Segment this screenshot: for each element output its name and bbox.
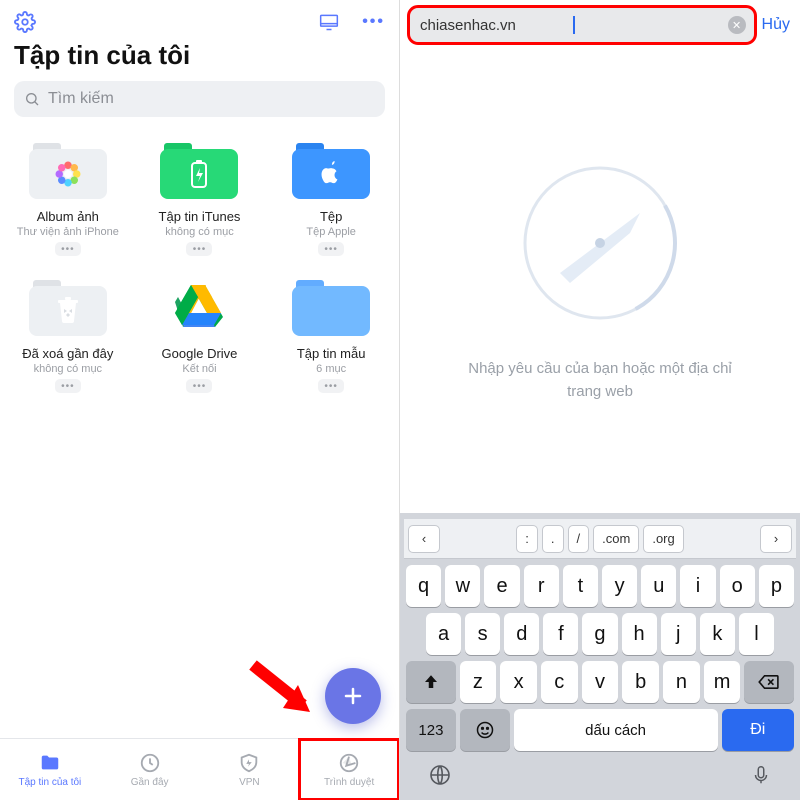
emoji-icon <box>475 720 495 740</box>
key-r[interactable]: r <box>524 565 559 607</box>
key-u[interactable]: u <box>641 565 676 607</box>
page-title: Tập tin của tôi <box>0 38 399 81</box>
key-h[interactable]: h <box>622 613 657 655</box>
key-o[interactable]: o <box>720 565 755 607</box>
key-k[interactable]: k <box>700 613 735 655</box>
folder-photo-album[interactable]: Album ảnh Thư viện ảnh iPhone ••• <box>4 131 132 262</box>
item-more-icon[interactable]: ••• <box>186 242 212 256</box>
desktop-icon[interactable] <box>318 12 340 32</box>
key-g[interactable]: g <box>582 613 617 655</box>
key-w[interactable]: w <box>445 565 480 607</box>
kbd-prev-icon[interactable]: ‹ <box>408 525 440 553</box>
key-z[interactable]: z <box>460 661 497 703</box>
folder-sample-files[interactable]: Tập tin mẫu 6 mục ••• <box>267 268 395 399</box>
tab-my-files[interactable]: Tập tin của tôi <box>0 739 100 800</box>
key-c[interactable]: c <box>541 661 578 703</box>
kbd-row2: a s d f g h j k l <box>406 613 794 655</box>
backspace-icon <box>758 674 780 690</box>
photos-icon <box>53 159 83 189</box>
folder-google-drive[interactable]: Google Drive Kết nối ••• <box>136 268 264 399</box>
clear-input-icon[interactable]: ✕ <box>728 16 746 34</box>
kbd-row1: q w e r t y u i o p <box>406 565 794 607</box>
key-b[interactable]: b <box>622 661 659 703</box>
browser-prompt-text: Nhập yêu cầu của bạn hoặc một địa chỉ tr… <box>450 358 750 403</box>
kbd-sym-slash[interactable]: / <box>568 525 590 553</box>
kbd-row4: 123 dấu cách Đi <box>406 709 794 751</box>
key-i[interactable]: i <box>680 565 715 607</box>
kbd-row3: z x c v b n m <box>406 661 794 703</box>
key-backspace[interactable] <box>744 661 794 703</box>
key-e[interactable]: e <box>484 565 519 607</box>
folder-recently-deleted[interactable]: Đã xoá gần đây không có mục ••• <box>4 268 132 399</box>
key-p[interactable]: p <box>759 565 794 607</box>
item-more-icon[interactable]: ••• <box>318 242 344 256</box>
apple-icon <box>320 161 342 187</box>
key-j[interactable]: j <box>661 613 696 655</box>
key-n[interactable]: n <box>663 661 700 703</box>
address-input-text[interactable]: chiasenhac.vn <box>420 17 573 34</box>
cancel-button[interactable]: Hủy <box>762 16 790 34</box>
address-bar[interactable]: chiasenhac.vn ✕ <box>410 8 754 42</box>
item-more-icon[interactable]: ••• <box>318 379 344 393</box>
kbd-sym-org[interactable]: .org <box>643 525 683 553</box>
mic-icon[interactable] <box>750 763 772 792</box>
key-l[interactable]: l <box>739 613 774 655</box>
tab-browser[interactable]: Trình duyệt <box>299 739 399 800</box>
plus-icon <box>341 684 365 708</box>
key-space[interactable]: dấu cách <box>514 709 718 751</box>
text-caret <box>573 16 575 34</box>
key-d[interactable]: d <box>504 613 539 655</box>
google-drive-icon <box>175 285 223 327</box>
key-a[interactable]: a <box>426 613 461 655</box>
key-123[interactable]: 123 <box>406 709 456 751</box>
key-go[interactable]: Đi <box>722 709 794 751</box>
tab-recent[interactable]: Gần đây <box>100 739 200 800</box>
key-v[interactable]: v <box>582 661 619 703</box>
key-q[interactable]: q <box>406 565 441 607</box>
key-x[interactable]: x <box>500 661 537 703</box>
globe-icon[interactable] <box>428 763 452 792</box>
battery-icon <box>189 160 209 188</box>
compass-placeholder-icon <box>515 158 685 328</box>
folder-files[interactable]: Tệp Tệp Apple ••• <box>267 131 395 262</box>
settings-icon[interactable] <box>14 11 36 33</box>
search-input[interactable]: Tìm kiếm <box>14 81 385 117</box>
key-m[interactable]: m <box>704 661 741 703</box>
more-icon[interactable]: ••• <box>362 13 385 31</box>
key-emoji[interactable] <box>460 709 510 751</box>
key-t[interactable]: t <box>563 565 598 607</box>
item-more-icon[interactable]: ••• <box>55 379 81 393</box>
key-f[interactable]: f <box>543 613 578 655</box>
kbd-sym-dot[interactable]: . <box>542 525 564 553</box>
kbd-sym-com[interactable]: .com <box>593 525 639 553</box>
key-shift[interactable] <box>406 661 456 703</box>
item-more-icon[interactable]: ••• <box>55 242 81 256</box>
trash-icon <box>55 297 81 325</box>
key-y[interactable]: y <box>602 565 637 607</box>
shift-icon <box>422 673 440 691</box>
kbd-sym-colon[interactable]: : <box>516 525 538 553</box>
key-s[interactable]: s <box>465 613 500 655</box>
add-button[interactable] <box>325 668 381 724</box>
folder-itunes[interactable]: Tập tin iTunes không có mục ••• <box>136 131 264 262</box>
keyboard: ‹ : . / .com .org › q w e r t y u i o p … <box>400 513 800 800</box>
search-placeholder: Tìm kiếm <box>48 90 114 108</box>
tab-vpn[interactable]: VPN <box>200 739 300 800</box>
item-more-icon[interactable]: ••• <box>186 379 212 393</box>
kbd-next-icon[interactable]: › <box>760 525 792 553</box>
